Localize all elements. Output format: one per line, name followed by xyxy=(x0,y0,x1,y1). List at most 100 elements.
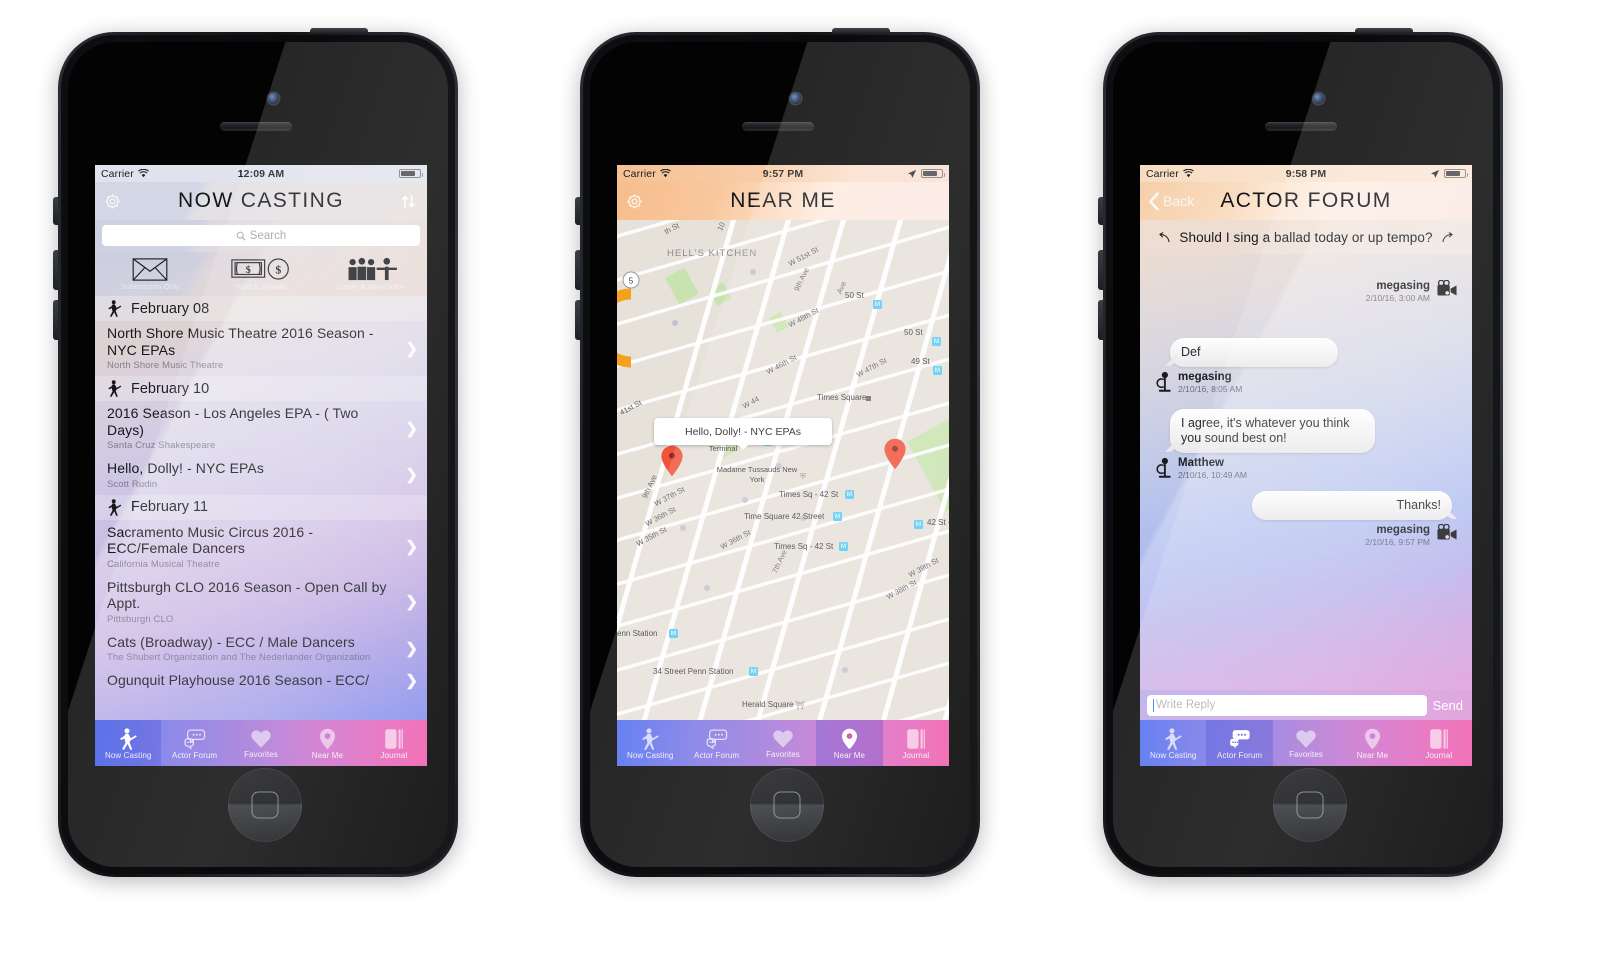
map-pin-icon xyxy=(319,728,335,750)
heart-icon xyxy=(251,730,271,748)
row-title: 2016 Season - Los Angeles EPA - ( Two Da… xyxy=(107,405,359,438)
table-row[interactable]: North Shore Music Theatre 2016 Season - … xyxy=(95,321,427,376)
volume-up-button[interactable] xyxy=(53,250,58,290)
dancer-icon xyxy=(108,380,122,397)
map-pin-marker[interactable] xyxy=(660,445,684,477)
row-subtitle: Santa Cruz Shakespeare xyxy=(107,440,216,451)
power-button[interactable] xyxy=(1355,28,1413,33)
search-placeholder: Search xyxy=(249,229,287,242)
table-row[interactable]: Hello, Dolly! - NYC EPAs Scott Rudin ❯ xyxy=(95,456,427,495)
tab-label: Actor Forum xyxy=(1217,750,1263,760)
power-button[interactable] xyxy=(310,28,368,33)
message-author: Matthew xyxy=(1178,457,1224,469)
table-row[interactable]: Sacramento Music Circus 2016 - ECC/Femal… xyxy=(95,520,427,575)
tab-journal[interactable]: Journal xyxy=(883,720,949,766)
tab-favorites[interactable]: Favorites xyxy=(1273,720,1339,766)
svg-text:$: $ xyxy=(275,263,281,277)
microphone-stand-icon xyxy=(1156,371,1171,392)
table-row[interactable]: 2016 Season - Los Angeles EPA - ( Two Da… xyxy=(95,401,427,456)
tab-bar-2[interactable]: Now Casting Actor Forum Favorites Near M… xyxy=(617,720,949,766)
row-title: Hello, Dolly! - NYC EPAs xyxy=(107,460,264,476)
tab-favorites[interactable]: Favorites xyxy=(228,720,294,766)
svg-text:5: 5 xyxy=(629,277,634,286)
tab-now-casting[interactable]: Now Casting xyxy=(95,720,162,766)
chevron-right-icon: ❯ xyxy=(405,538,418,556)
tab-near-me[interactable]: Near Me xyxy=(294,720,360,766)
map-view[interactable]: 5 HELL'S KITCHEN th St 10 W 51st St 9th … xyxy=(617,220,949,766)
home-button[interactable] xyxy=(1273,768,1347,842)
phone-device-2: Carrier 9:57 PM NEAR ME 5 HELL'S KITCHEN… xyxy=(575,28,980,877)
volume-down-button[interactable] xyxy=(53,300,58,340)
sort-button[interactable] xyxy=(400,193,417,210)
tab-bar-1[interactable]: Now Casting Actor Forum Favorites Near M… xyxy=(95,720,427,766)
tab-bar-3[interactable]: Now Casting Actor Forum Favorites Near M… xyxy=(1140,720,1472,766)
back-button[interactable]: Back xyxy=(1148,191,1194,211)
clock-label: 9:57 PM xyxy=(762,167,804,180)
filter-label: Paid & Unpaid xyxy=(235,282,287,291)
tab-actor-forum[interactable]: Actor Forum xyxy=(683,720,749,766)
home-square-icon xyxy=(1296,791,1324,819)
phone-device-1: Carrier 12:09 AM NOW CASTING Search Subm… xyxy=(53,28,458,877)
table-row[interactable]: Ogunquit Playhouse 2016 Season - ECC/ ❯ xyxy=(95,668,427,694)
date-header: February 11 xyxy=(95,494,427,520)
date-header: February 08 xyxy=(95,296,427,321)
power-button[interactable] xyxy=(832,28,890,33)
mute-switch[interactable] xyxy=(1098,197,1103,225)
tab-now-casting[interactable]: Now Casting xyxy=(617,720,683,766)
search-icon xyxy=(236,231,246,241)
chevron-left-icon xyxy=(1149,191,1159,211)
tab-near-me[interactable]: Near Me xyxy=(1339,720,1405,766)
row-subtitle: The Shubert Organization and The Nederla… xyxy=(107,652,371,663)
search-input[interactable]: Search xyxy=(102,225,420,246)
message-timestamp: 2/10/16, 8:05 AM xyxy=(1178,384,1243,394)
filter-union-nonunion[interactable]: Union & Non-Union xyxy=(316,252,427,296)
message-timestamp: 2/10/16, 3:00 AM xyxy=(1365,293,1430,303)
nav-bar-3: Back ACTOR FORUM xyxy=(1140,182,1472,220)
tab-actor-forum[interactable]: Actor Forum xyxy=(1206,720,1273,766)
volume-down-button[interactable] xyxy=(575,300,580,340)
filter-paid-unpaid[interactable]: $ $ Paid & Unpaid xyxy=(206,252,317,296)
message-text: I agree, it's whatever you think you sou… xyxy=(1181,416,1350,445)
tab-label: Actor Forum xyxy=(694,750,740,760)
filter-row: Submission Only $ $ Paid & Unpaid Union … xyxy=(95,252,427,296)
chat-bubbles-icon xyxy=(1229,729,1250,748)
tab-near-me[interactable]: Near Me xyxy=(816,720,883,766)
message-author: megasing xyxy=(1178,371,1232,383)
dancer-icon xyxy=(1165,728,1182,750)
table-row[interactable]: Pittsburgh CLO 2016 Season - Open Call b… xyxy=(95,575,427,630)
message-bubble: I agree, it's whatever you think you sou… xyxy=(1170,409,1375,453)
volume-up-button[interactable] xyxy=(575,250,580,290)
map-pin-marker[interactable] xyxy=(883,438,907,470)
page-title: NOW CASTING xyxy=(178,189,344,212)
home-button[interactable] xyxy=(750,768,824,842)
settings-button[interactable] xyxy=(103,192,122,211)
tab-now-casting[interactable]: Now Casting xyxy=(1140,720,1206,766)
tab-journal[interactable]: Journal xyxy=(361,720,427,766)
volume-down-button[interactable] xyxy=(1098,300,1103,340)
settings-button[interactable] xyxy=(625,192,644,211)
filter-submission-only[interactable]: Submission Only xyxy=(95,252,206,296)
message-thread[interactable]: megasing 2/10/16, 3:00 AM Def megasing 2… xyxy=(1140,254,1472,548)
tab-favorites[interactable]: Favorites xyxy=(750,720,816,766)
casting-list[interactable]: February 08 North Shore Music Theatre 20… xyxy=(95,296,427,694)
earpiece-speaker xyxy=(1265,122,1337,131)
reply-input[interactable]: Write Reply xyxy=(1147,694,1427,716)
screenshot-stage: Carrier 12:09 AM NOW CASTING Search Subm… xyxy=(0,0,1600,967)
row-subtitle: North Shore Music Theatre xyxy=(107,360,224,371)
tab-actor-forum[interactable]: Actor Forum xyxy=(161,720,227,766)
chevron-right-icon: ❯ xyxy=(405,340,418,357)
table-row[interactable]: Cats (Broadway) - ECC / Male Dancers The… xyxy=(95,630,427,669)
screen-near-me: Carrier 9:57 PM NEAR ME 5 HELL'S KITCHEN… xyxy=(617,165,949,766)
reply-placeholder: Write Reply xyxy=(1156,699,1216,711)
message-item: Def xyxy=(1148,338,1464,367)
map-callout[interactable]: Hello, Dolly! - NYC EPAs xyxy=(654,418,832,450)
home-button[interactable] xyxy=(228,768,302,842)
mute-switch[interactable] xyxy=(53,197,58,225)
heart-icon xyxy=(773,730,793,748)
chevron-right-icon: ❯ xyxy=(405,420,418,437)
tab-journal[interactable]: Journal xyxy=(1406,720,1472,766)
volume-up-button[interactable] xyxy=(1098,250,1103,290)
mute-switch[interactable] xyxy=(575,197,580,225)
status-bar-3: Carrier 9:58 PM xyxy=(1140,165,1472,182)
send-button[interactable]: Send xyxy=(1433,698,1465,713)
